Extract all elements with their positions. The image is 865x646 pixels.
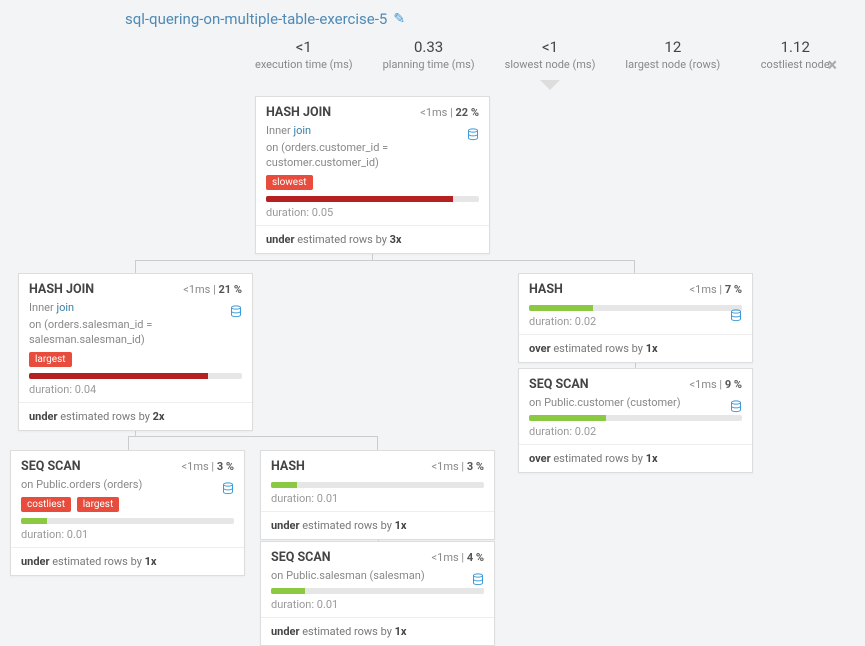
node-estimate: under estimated rows by 2x	[19, 402, 252, 430]
node-duration: duration: 0.01	[271, 598, 484, 611]
stat-label: largest node (rows)	[625, 58, 720, 71]
stat-execution-time: <1 execution time (ms)	[255, 38, 353, 71]
node-title: HASH	[271, 459, 305, 474]
node-metrics: <1ms | 3 %	[432, 460, 484, 473]
node-metrics: <1ms | 21 %	[183, 283, 242, 296]
database-icon	[730, 400, 742, 417]
node-duration: duration: 0.05	[266, 206, 479, 219]
connector-line	[135, 260, 635, 274]
badge-largest: largest	[77, 497, 120, 512]
pointer-arrow-icon	[540, 80, 560, 90]
node-duration: duration: 0.04	[29, 383, 242, 396]
node-duration: duration: 0.02	[529, 425, 742, 438]
node-metrics: <1ms | 3 %	[182, 460, 234, 473]
duration-bar	[29, 373, 242, 379]
node-metrics: <1ms | 9 %	[690, 378, 742, 391]
close-icon[interactable]: ×	[827, 55, 837, 76]
stat-label: execution time (ms)	[255, 58, 353, 71]
database-icon	[467, 128, 479, 145]
node-estimate: under estimated rows by 1x	[261, 617, 494, 645]
node-title: HASH JOIN	[29, 282, 94, 297]
plan-node-hash-join-root[interactable]: HASH JOIN <1ms | 22 % Inner join on (ord…	[255, 96, 490, 254]
stat-value: 0.33	[383, 38, 475, 56]
badge-costliest: costliest	[21, 497, 71, 512]
node-estimate: under estimated rows by 1x	[11, 547, 244, 575]
node-metrics: <1ms | 7 %	[690, 283, 742, 296]
node-title: SEQ SCAN	[529, 377, 589, 392]
database-icon	[230, 305, 242, 322]
plan-node-seqscan-customer[interactable]: SEQ SCAN <1ms | 9 % on Public.customer (…	[518, 368, 753, 473]
node-join-line: Inner join	[266, 124, 479, 139]
duration-bar	[21, 518, 234, 524]
node-join-line: Inner join	[29, 301, 242, 316]
plan-node-seqscan-salesman[interactable]: SEQ SCAN <1ms | 4 % on Public.salesman (…	[260, 541, 495, 646]
node-join-cond: on (orders.customer_id = customer.custom…	[266, 141, 446, 171]
node-metrics: <1ms | 22 %	[420, 106, 479, 119]
stat-planning-time: 0.33 planning time (ms)	[383, 38, 475, 71]
stat-label: slowest node (ms)	[505, 58, 596, 71]
node-estimate: under estimated rows by 3x	[256, 225, 489, 253]
plan-node-hash-center[interactable]: HASH <1ms | 3 % duration: 0.01 under est…	[260, 450, 495, 540]
plan-node-hash-right[interactable]: HASH <1ms | 7 % duration: 0.02 over esti…	[518, 273, 753, 363]
node-subline: on Public.orders (orders)	[21, 478, 234, 493]
stat-value: <1	[255, 38, 353, 56]
node-join-cond: on (orders.salesman_id = salesman.salesm…	[29, 318, 214, 348]
node-estimate: under estimated rows by 1x	[261, 511, 494, 539]
badge-slowest: slowest	[266, 175, 313, 190]
plan-node-seqscan-orders[interactable]: SEQ SCAN <1ms | 3 % on Public.orders (or…	[10, 450, 245, 576]
stat-label: planning time (ms)	[383, 58, 475, 71]
edit-title-icon[interactable]: ✎	[393, 11, 405, 27]
node-subline: on Public.salesman (salesman)	[271, 569, 484, 584]
connector-line	[128, 436, 378, 450]
node-badges: slowest	[266, 175, 479, 190]
stat-value: <1	[505, 38, 596, 56]
node-title: SEQ SCAN	[271, 550, 331, 565]
database-icon	[730, 309, 742, 326]
duration-bar	[266, 196, 479, 202]
node-title: HASH JOIN	[266, 105, 331, 120]
duration-bar	[271, 588, 484, 594]
node-duration: duration: 0.01	[21, 528, 234, 541]
page-title-row: sql-quering-on-multiple-table-exercise-5…	[125, 10, 405, 28]
stat-slowest-node: <1 slowest node (ms)	[505, 38, 596, 71]
duration-bar	[529, 305, 742, 311]
node-badges: largest	[29, 352, 242, 367]
node-title: SEQ SCAN	[21, 459, 81, 474]
node-duration: duration: 0.02	[529, 315, 742, 328]
duration-bar	[271, 482, 484, 488]
plan-node-hash-join-2[interactable]: HASH JOIN <1ms | 21 % Inner join on (ord…	[18, 273, 253, 431]
duration-bar	[529, 415, 742, 421]
badge-largest: largest	[29, 352, 72, 367]
node-metrics: <1ms | 4 %	[432, 551, 484, 564]
database-icon	[472, 573, 484, 590]
node-subline: on Public.customer (customer)	[529, 396, 742, 411]
stat-largest-node: 12 largest node (rows)	[625, 38, 720, 71]
node-estimate: over estimated rows by 1x	[519, 334, 752, 362]
node-duration: duration: 0.01	[271, 492, 484, 505]
node-estimate: over estimated rows by 1x	[519, 444, 752, 472]
stat-value: 1.12	[750, 38, 840, 56]
node-badges: costliest largest	[21, 497, 234, 512]
stat-value: 12	[625, 38, 720, 56]
database-icon	[222, 482, 234, 499]
node-title: HASH	[529, 282, 563, 297]
stats-bar: <1 execution time (ms) 0.33 planning tim…	[255, 38, 845, 71]
page-title: sql-quering-on-multiple-table-exercise-5	[125, 10, 387, 28]
